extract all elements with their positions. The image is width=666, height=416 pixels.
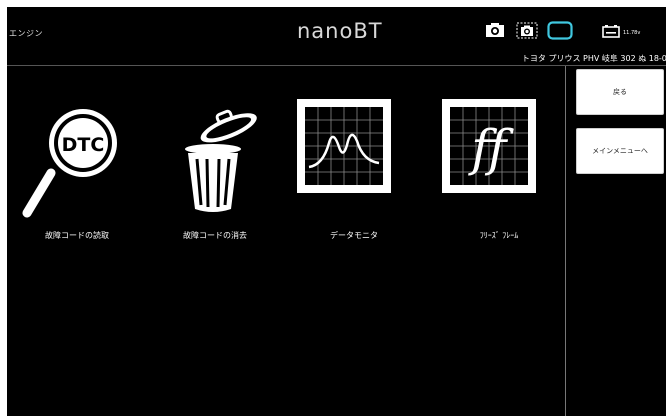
read-dtc-button[interactable]: DTC 故障コードの読取 — [17, 101, 137, 241]
mode-label: エンジン — [9, 29, 43, 38]
freeze-frame-label: ﾌﾘｰｽﾞ ﾌﾚｰﾑ — [479, 231, 519, 240]
sidebar-divider — [565, 66, 566, 416]
connection-icon — [547, 21, 573, 44]
dtc-magnifier-icon: DTC — [21, 101, 131, 230]
clear-dtc-button[interactable]: 故障コードの消去 — [155, 101, 275, 241]
top-bar: エンジン nanoBT 11.78v — [7, 7, 666, 51]
dtc-icon-text: DTC — [62, 134, 105, 156]
app-screen: エンジン nanoBT 11.78v トヨタ プリウス PHV 岐阜 302 ぬ… — [7, 7, 666, 416]
trash-can-icon — [175, 101, 265, 230]
data-monitor-button[interactable]: データモニタ — [294, 99, 414, 241]
header-divider — [7, 65, 666, 66]
main-menu-button[interactable]: メインメニューへ — [576, 128, 664, 174]
screenshot-icon[interactable] — [516, 22, 538, 43]
clear-dtc-label: 故障コードの消去 — [183, 231, 247, 240]
camera-icon[interactable] — [485, 22, 505, 42]
data-monitor-label: データモニタ — [330, 231, 378, 240]
read-dtc-label: 故障コードの読取 — [45, 231, 109, 240]
back-button[interactable]: 戻る — [576, 69, 664, 115]
battery-voltage: 11.78v — [623, 30, 641, 36]
vehicle-info: トヨタ プリウス PHV 岐阜 302 ぬ 18-02 — [521, 54, 666, 63]
data-monitor-graph-icon — [297, 99, 391, 197]
battery-icon — [602, 23, 620, 42]
freeze-frame-icon: ff — [442, 99, 536, 197]
app-title: nanoBT — [297, 19, 383, 43]
freeze-frame-button[interactable]: ff ﾌﾘｰｽﾞ ﾌﾚｰﾑ — [439, 99, 559, 241]
